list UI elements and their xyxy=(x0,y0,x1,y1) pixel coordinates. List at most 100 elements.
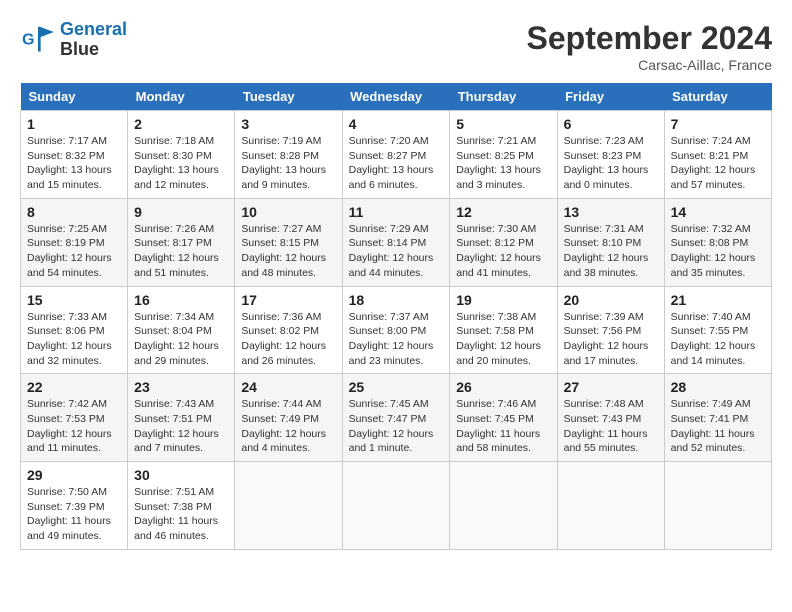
day-info: Sunrise: 7:42 AM Sunset: 7:53 PM Dayligh… xyxy=(27,397,121,456)
month-title: September 2024 xyxy=(527,20,772,57)
calendar-table: SundayMondayTuesdayWednesdayThursdayFrid… xyxy=(20,83,772,550)
day-number: 2 xyxy=(134,116,228,132)
calendar-cell: 19 Sunrise: 7:38 AM Sunset: 7:58 PM Dayli… xyxy=(450,286,557,374)
location-subtitle: Carsac-Aillac, France xyxy=(527,57,772,73)
day-number: 1 xyxy=(27,116,121,132)
day-number: 25 xyxy=(349,379,444,395)
calendar-cell: 2 Sunrise: 7:18 AM Sunset: 8:30 PM Daylig… xyxy=(128,111,235,199)
day-info: Sunrise: 7:38 AM Sunset: 7:58 PM Dayligh… xyxy=(456,310,550,369)
day-info: Sunrise: 7:19 AM Sunset: 8:28 PM Dayligh… xyxy=(241,134,335,193)
calendar-cell: 16Sunrise: 7:34 AM Sunset: 8:04 PM Dayli… xyxy=(128,286,235,374)
day-number: 9 xyxy=(134,204,228,220)
day-info: Sunrise: 7:48 AM Sunset: 7:43 PM Dayligh… xyxy=(564,397,658,456)
day-info: Sunrise: 7:26 AM Sunset: 8:17 PM Dayligh… xyxy=(134,222,228,281)
calendar-cell xyxy=(235,462,342,550)
calendar-cell: 24 Sunrise: 7:44 AM Sunset: 7:49 PM Dayli… xyxy=(235,374,342,462)
calendar-cell: 4 Sunrise: 7:20 AM Sunset: 8:27 PM Daylig… xyxy=(342,111,450,199)
day-number: 23 xyxy=(134,379,228,395)
calendar-week-5: 29Sunrise: 7:50 AM Sunset: 7:39 PM Dayli… xyxy=(21,462,772,550)
svg-text:G: G xyxy=(22,31,34,48)
day-number: 7 xyxy=(671,116,765,132)
day-info: Sunrise: 7:18 AM Sunset: 8:30 PM Dayligh… xyxy=(134,134,228,193)
calendar-cell: 12 Sunrise: 7:30 AM Sunset: 8:12 PM Dayli… xyxy=(450,198,557,286)
calendar-cell xyxy=(664,462,771,550)
day-number: 11 xyxy=(349,204,444,220)
calendar-cell: 18 Sunrise: 7:37 AM Sunset: 8:00 PM Dayli… xyxy=(342,286,450,374)
day-info: Sunrise: 7:39 AM Sunset: 7:56 PM Dayligh… xyxy=(564,310,658,369)
calendar-cell: 23Sunrise: 7:43 AM Sunset: 7:51 PM Dayli… xyxy=(128,374,235,462)
calendar-cell: 25 Sunrise: 7:45 AM Sunset: 7:47 PM Dayli… xyxy=(342,374,450,462)
calendar-cell: 17Sunrise: 7:36 AM Sunset: 8:02 PM Dayli… xyxy=(235,286,342,374)
calendar-week-2: 8Sunrise: 7:25 AM Sunset: 8:19 PM Daylig… xyxy=(21,198,772,286)
col-header-friday: Friday xyxy=(557,83,664,111)
day-number: 4 xyxy=(349,116,444,132)
col-header-sunday: Sunday xyxy=(21,83,128,111)
day-number: 24 xyxy=(241,379,335,395)
calendar-cell: 11 Sunrise: 7:29 AM Sunset: 8:14 PM Dayli… xyxy=(342,198,450,286)
day-number: 10 xyxy=(241,204,335,220)
day-info: Sunrise: 7:40 AM Sunset: 7:55 PM Dayligh… xyxy=(671,310,765,369)
day-number: 22 xyxy=(27,379,121,395)
day-number: 12 xyxy=(456,204,550,220)
day-info: Sunrise: 7:24 AM Sunset: 8:21 PM Dayligh… xyxy=(671,134,765,193)
calendar-cell: 10 Sunrise: 7:27 AM Sunset: 8:15 PM Dayli… xyxy=(235,198,342,286)
day-number: 3 xyxy=(241,116,335,132)
day-number: 28 xyxy=(671,379,765,395)
col-header-saturday: Saturday xyxy=(664,83,771,111)
logo: G General Blue xyxy=(20,20,127,60)
day-number: 5 xyxy=(456,116,550,132)
day-number: 13 xyxy=(564,204,658,220)
day-number: 30 xyxy=(134,467,228,483)
day-info: Sunrise: 7:25 AM Sunset: 8:19 PM Dayligh… xyxy=(27,222,121,281)
day-number: 14 xyxy=(671,204,765,220)
day-number: 27 xyxy=(564,379,658,395)
day-info: Sunrise: 7:37 AM Sunset: 8:00 PM Dayligh… xyxy=(349,310,444,369)
calendar-cell: 21 Sunrise: 7:40 AM Sunset: 7:55 PM Dayli… xyxy=(664,286,771,374)
day-number: 29 xyxy=(27,467,121,483)
day-info: Sunrise: 7:45 AM Sunset: 7:47 PM Dayligh… xyxy=(349,397,444,456)
col-header-wednesday: Wednesday xyxy=(342,83,450,111)
day-number: 19 xyxy=(456,292,550,308)
day-info: Sunrise: 7:33 AM Sunset: 8:06 PM Dayligh… xyxy=(27,310,121,369)
calendar-cell: 27 Sunrise: 7:48 AM Sunset: 7:43 PM Dayli… xyxy=(557,374,664,462)
calendar-week-4: 22 Sunrise: 7:42 AM Sunset: 7:53 PM Dayli… xyxy=(21,374,772,462)
calendar-cell: 13Sunrise: 7:31 AM Sunset: 8:10 PM Dayli… xyxy=(557,198,664,286)
calendar-cell: 5 Sunrise: 7:21 AM Sunset: 8:25 PM Daylig… xyxy=(450,111,557,199)
calendar-week-1: 1Sunrise: 7:17 AM Sunset: 8:32 PM Daylig… xyxy=(21,111,772,199)
day-number: 6 xyxy=(564,116,658,132)
logo-line2: Blue xyxy=(60,40,127,60)
day-number: 20 xyxy=(564,292,658,308)
col-header-tuesday: Tuesday xyxy=(235,83,342,111)
day-info: Sunrise: 7:46 AM Sunset: 7:45 PM Dayligh… xyxy=(456,397,550,456)
day-info: Sunrise: 7:51 AM Sunset: 7:38 PM Dayligh… xyxy=(134,485,228,544)
calendar-cell: 9 Sunrise: 7:26 AM Sunset: 8:17 PM Daylig… xyxy=(128,198,235,286)
col-header-monday: Monday xyxy=(128,83,235,111)
calendar-cell xyxy=(450,462,557,550)
calendar-cell: 30 Sunrise: 7:51 AM Sunset: 7:38 PM Dayli… xyxy=(128,462,235,550)
day-info: Sunrise: 7:30 AM Sunset: 8:12 PM Dayligh… xyxy=(456,222,550,281)
day-info: Sunrise: 7:27 AM Sunset: 8:15 PM Dayligh… xyxy=(241,222,335,281)
day-number: 26 xyxy=(456,379,550,395)
day-info: Sunrise: 7:20 AM Sunset: 8:27 PM Dayligh… xyxy=(349,134,444,193)
calendar-cell: 14 Sunrise: 7:32 AM Sunset: 8:08 PM Dayli… xyxy=(664,198,771,286)
col-header-thursday: Thursday xyxy=(450,83,557,111)
day-number: 18 xyxy=(349,292,444,308)
day-number: 17 xyxy=(241,292,335,308)
calendar-cell: 7 Sunrise: 7:24 AM Sunset: 8:21 PM Daylig… xyxy=(664,111,771,199)
day-number: 21 xyxy=(671,292,765,308)
day-info: Sunrise: 7:32 AM Sunset: 8:08 PM Dayligh… xyxy=(671,222,765,281)
calendar-cell: 22 Sunrise: 7:42 AM Sunset: 7:53 PM Dayli… xyxy=(21,374,128,462)
day-info: Sunrise: 7:21 AM Sunset: 8:25 PM Dayligh… xyxy=(456,134,550,193)
day-info: Sunrise: 7:49 AM Sunset: 7:41 PM Dayligh… xyxy=(671,397,765,456)
calendar-cell xyxy=(342,462,450,550)
calendar-week-3: 15 Sunrise: 7:33 AM Sunset: 8:06 PM Dayli… xyxy=(21,286,772,374)
day-number: 15 xyxy=(27,292,121,308)
day-info: Sunrise: 7:34 AM Sunset: 8:04 PM Dayligh… xyxy=(134,310,228,369)
calendar-cell: 28 Sunrise: 7:49 AM Sunset: 7:41 PM Dayli… xyxy=(664,374,771,462)
logo-icon: G xyxy=(20,25,56,55)
day-info: Sunrise: 7:44 AM Sunset: 7:49 PM Dayligh… xyxy=(241,397,335,456)
page-header: G General Blue September 2024 Carsac-Ail… xyxy=(20,20,772,73)
calendar-cell: 8Sunrise: 7:25 AM Sunset: 8:19 PM Daylig… xyxy=(21,198,128,286)
calendar-header-row: SundayMondayTuesdayWednesdayThursdayFrid… xyxy=(21,83,772,111)
day-info: Sunrise: 7:29 AM Sunset: 8:14 PM Dayligh… xyxy=(349,222,444,281)
